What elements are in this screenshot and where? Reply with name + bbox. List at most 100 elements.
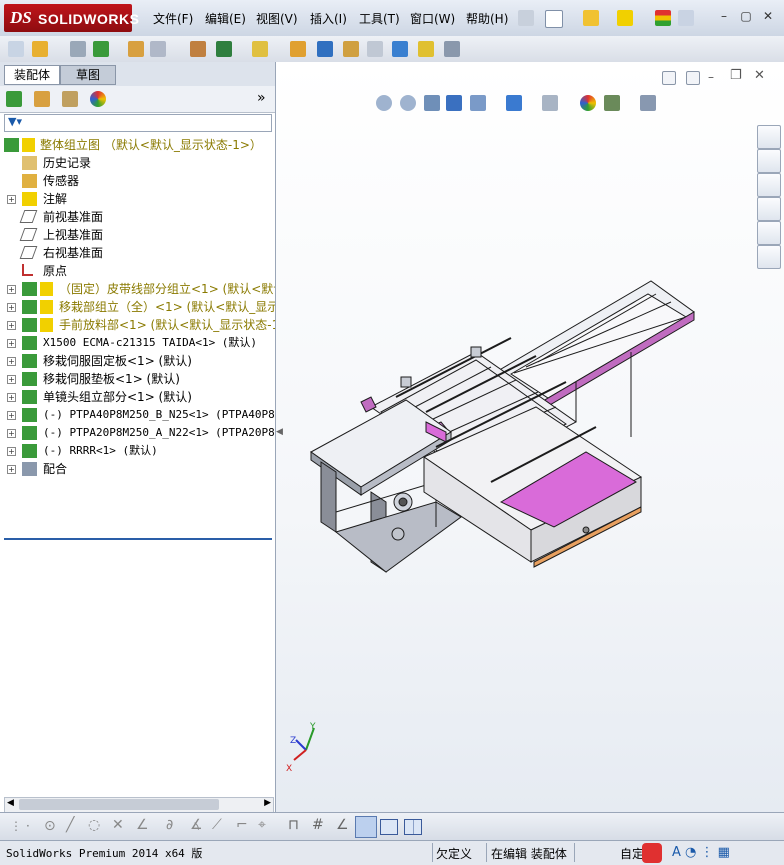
menu-edit[interactable]: 编辑(E) [205,10,246,27]
isometric-view-button[interactable] [355,816,377,838]
expand-toggle-icon[interactable]: + [7,339,16,348]
menu-insert[interactable]: 插入(I) [310,10,347,27]
move-component-icon[interactable] [128,41,144,57]
configuration-manager-icon[interactable] [62,91,78,107]
menu-tools[interactable]: 工具(T) [359,10,400,27]
menu-view[interactable]: 视图(V) [256,10,298,27]
traffic-light-icon[interactable] [655,10,671,26]
mate-icon[interactable] [32,41,48,57]
expand-toggle-icon[interactable]: + [7,357,16,366]
instant3d-icon[interactable] [418,41,434,57]
ime-toolbar-icons[interactable]: A ◔ ⋮ ▦ [672,845,730,860]
pin-icon[interactable] [518,10,534,26]
expand-panel-icon[interactable]: » [257,90,266,106]
insert-component-icon[interactable] [8,41,24,57]
open-folder-icon[interactable] [583,10,599,26]
exploded-view-icon[interactable] [317,41,333,57]
tree-item[interactable]: + (-) PTPA20P8M250_A_N22<1> (PTPA20P8M250 [0,424,275,442]
line-icon[interactable]: ╱ [66,817,74,833]
expand-toggle-icon[interactable]: + [7,375,16,384]
units-status[interactable]: 自定 [620,845,644,862]
solidworks-resources-icon[interactable] [757,125,781,149]
tree-item[interactable]: 右视基准面 [0,244,275,262]
interference-icon[interactable] [367,41,383,57]
horizontal-scrollbar[interactable]: ◀ ▶ [4,797,274,813]
two-view-icon[interactable] [404,819,422,835]
tree-item[interactable]: + 配合 [0,460,275,478]
restore-icon[interactable]: ▢ [738,9,754,23]
scroll-left-icon[interactable]: ◀ [7,798,14,808]
tree-item[interactable]: 历史记录 [0,154,275,172]
expand-toggle-icon[interactable]: + [7,321,16,330]
expand-toggle-icon[interactable]: + [7,465,16,474]
property-manager-icon[interactable] [34,91,50,107]
explode-line-icon[interactable] [343,41,359,57]
bill-of-materials-icon[interactable] [290,41,306,57]
trim-icon[interactable]: ✕ [112,817,124,833]
minimize-icon[interactable]: – [716,9,732,23]
expand-toggle-icon[interactable]: + [7,447,16,456]
assembly-model[interactable] [276,62,784,812]
expand-toggle-icon[interactable]: + [7,411,16,420]
center-mark-icon[interactable]: ⊙ [44,818,56,834]
new-document-icon[interactable] [545,10,563,28]
tree-item[interactable]: + 手前放料部<1> (默认<默认_显示状态-1>) [0,316,275,334]
tree-item[interactable]: + 移栽伺服固定板<1> (默认) [0,352,275,370]
clearance-icon[interactable] [392,41,408,57]
tree-item[interactable]: + 移栽部组立（全）<1> (默认<默认_显示状态-1>) [0,298,275,316]
tree-root-assembly[interactable]: 整体组立图 （默认<默认_显示状态-1>） [0,136,275,154]
expand-toggle-icon[interactable]: + [7,393,16,402]
tree-item[interactable]: + (-) PTPA40P8M250_B_N25<1> (PTPA40P8M250 [0,406,275,424]
tree-item[interactable]: + 移栽伺服垫板<1> (默认) [0,370,275,388]
close-icon[interactable]: ✕ [760,9,776,23]
point-icon[interactable]: · [26,819,30,833]
assembly-features-icon[interactable] [190,41,206,57]
expand-toggle-icon[interactable]: + [7,429,16,438]
corner-rectangle-icon[interactable]: ⌐ [236,817,248,833]
expand-toggle-icon[interactable]: + [7,285,16,294]
solidworks-logo[interactable]: DS SOLIDWORKS [4,4,139,32]
scroll-right-icon[interactable]: ▶ [264,798,271,808]
tree-filter[interactable]: ▼▾ [4,114,272,132]
expand-toggle-icon[interactable]: + [7,303,16,312]
chamfer-icon[interactable]: ∡ [190,817,203,833]
angle-icon[interactable]: ∠ [136,817,149,833]
design-library-icon[interactable] [757,149,781,173]
new-motion-study-icon[interactable] [252,41,268,57]
tree-item[interactable]: + 注解 [0,190,275,208]
tree-item[interactable]: 传感器 [0,172,275,190]
tree-item[interactable]: + X1500 ECMA-c21315 TAIDA<1> (默认) [0,334,275,352]
custom-properties-icon[interactable] [757,245,781,269]
tree-item[interactable]: 原点 [0,262,275,280]
pattern-icon[interactable] [93,41,109,57]
hide-show-icon[interactable] [150,41,166,57]
large-assembly-icon[interactable] [444,41,460,57]
ime-logo-icon[interactable] [642,843,662,863]
scroll-thumb[interactable] [19,799,219,810]
expand-toggle-icon[interactable]: + [7,195,16,204]
feature-manager-tree-icon[interactable] [6,91,22,107]
menu-help[interactable]: 帮助(H) [466,10,508,27]
appearances-scenes-icon[interactable] [757,221,781,245]
relation-icon[interactable]: ∠ [336,817,349,833]
tab-sketch[interactable]: 草图 [60,65,116,85]
view-palette-icon[interactable] [757,197,781,221]
graphics-area[interactable]: – ❐ ✕ ◀ Y Z X [276,62,784,812]
help-icon[interactable] [678,10,694,26]
tree-item[interactable]: 上视基准面 [0,226,275,244]
menu-window[interactable]: 窗口(W) [410,10,455,27]
grid-icon[interactable]: # [312,817,324,833]
circle-icon[interactable]: ◌ [88,817,100,833]
smart-dimension-icon[interactable]: ⊓ [288,817,299,833]
file-explorer-icon[interactable] [757,173,781,197]
menu-file[interactable]: 文件(F) [153,10,193,27]
reference-geometry-icon[interactable] [216,41,232,57]
tree-item[interactable]: + 单镜头组立部分<1> (默认) [0,388,275,406]
tab-assembly[interactable]: 装配体 [4,65,60,85]
tree-item[interactable]: + (-) RRRR<1> (默认) [0,442,275,460]
panel-collapse-icon[interactable]: ◀ [276,427,283,437]
tree-item[interactable]: 前视基准面 [0,208,275,226]
appearance-manager-icon[interactable] [90,91,106,107]
paperclip-icon[interactable] [70,41,86,57]
construction-geometry-icon[interactable]: ⌖ [258,817,266,833]
